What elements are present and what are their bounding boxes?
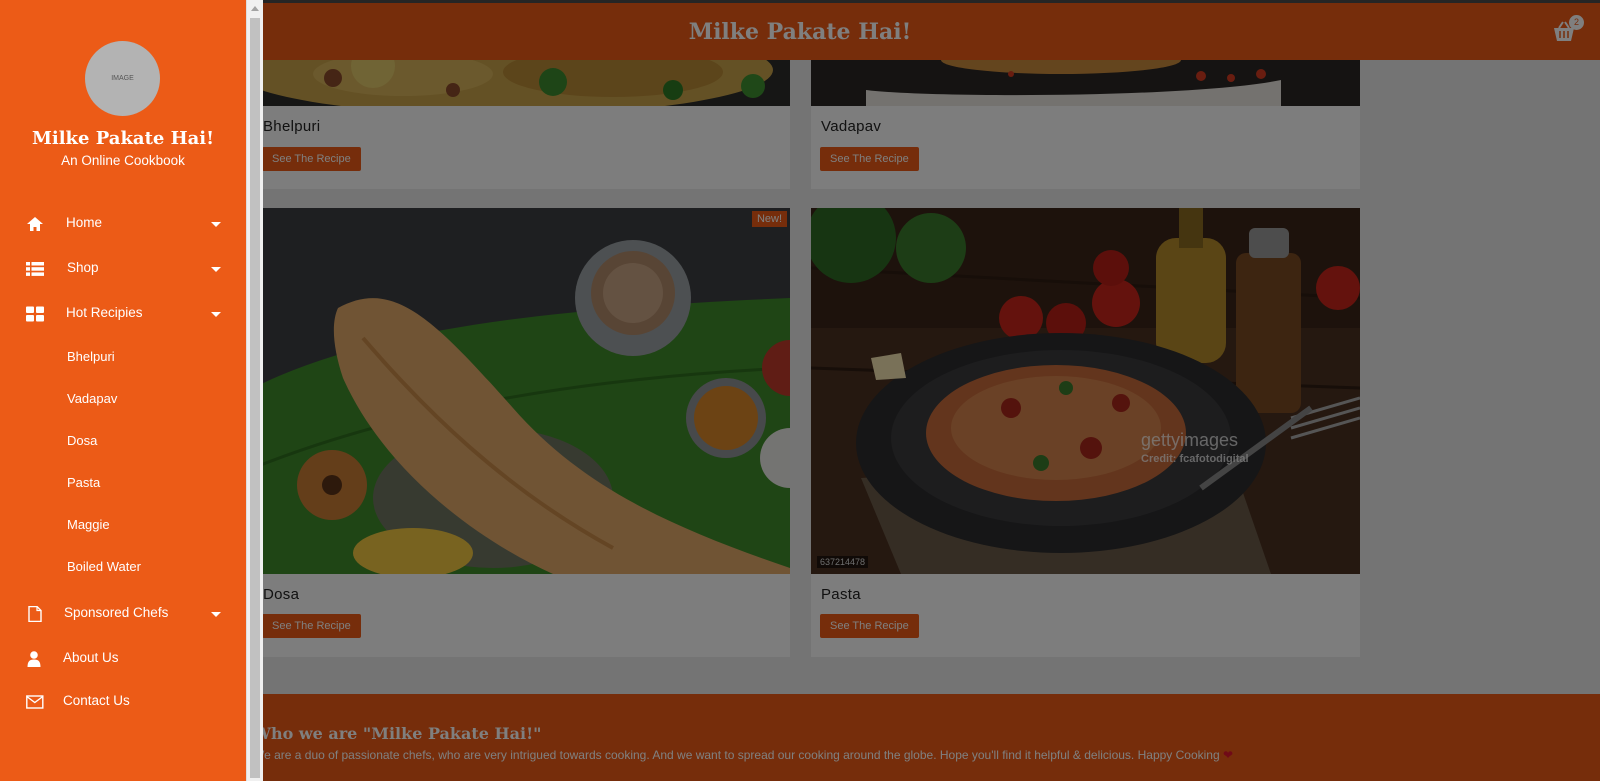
sidebar-item-label: Sponsored Chefs <box>64 605 169 620</box>
sidebar-item-label: About Us <box>63 650 119 665</box>
sidebar-subitem-pasta[interactable]: Pasta <box>67 475 100 490</box>
envelope-icon <box>26 695 44 709</box>
sidebar-subitem-vadapav[interactable]: Vadapav <box>67 391 117 406</box>
chevron-down-icon[interactable] <box>211 612 221 617</box>
user-icon <box>27 651 41 667</box>
sidebar-subitem-maggie[interactable]: Maggie <box>67 517 110 532</box>
grid-icon <box>26 306 44 322</box>
chevron-down-icon[interactable] <box>211 312 221 317</box>
chevron-down-icon[interactable] <box>211 222 221 227</box>
sidebar-subitem-bhelpuri[interactable]: Bhelpuri <box>67 349 115 364</box>
sidebar-scrollbar[interactable] <box>246 0 263 781</box>
sidebar-subitem-boiled-water[interactable]: Boiled Water <box>67 559 141 574</box>
sidebar-item-shop[interactable]: Shop <box>0 252 246 286</box>
home-icon <box>27 217 43 231</box>
sidebar-item-label: Home <box>66 215 103 230</box>
sidebar-item-contact-us[interactable]: Contact Us <box>0 685 246 719</box>
sidebar-item-home[interactable]: Home <box>0 207 246 241</box>
sidebar-item-hot-recipies[interactable]: Hot Recipies <box>0 297 246 331</box>
sidebar-subitem-dosa[interactable]: Dosa <box>67 433 97 448</box>
scroll-up-arrow-icon[interactable] <box>251 6 259 11</box>
chevron-down-icon[interactable] <box>211 267 221 272</box>
sidebar-item-label: Shop <box>67 260 99 275</box>
document-icon <box>28 606 42 622</box>
sidebar-item-about-us[interactable]: About Us <box>0 642 246 676</box>
sidebar-item-sponsored-chefs[interactable]: Sponsored Chefs <box>0 597 246 631</box>
list-icon <box>26 262 44 276</box>
sidebar-item-label: Contact Us <box>63 693 130 708</box>
sidebar-title: Milke Pakate Hai! <box>31 128 215 149</box>
sidebar-subtitle: An Online Cookbook <box>61 153 185 168</box>
sidebar-item-label: Hot Recipies <box>66 305 143 320</box>
sidebar: IMAGE Milke Pakate Hai! An Online Cookbo… <box>0 0 246 781</box>
scrollbar-thumb[interactable] <box>250 18 260 778</box>
avatar: IMAGE <box>85 41 160 116</box>
